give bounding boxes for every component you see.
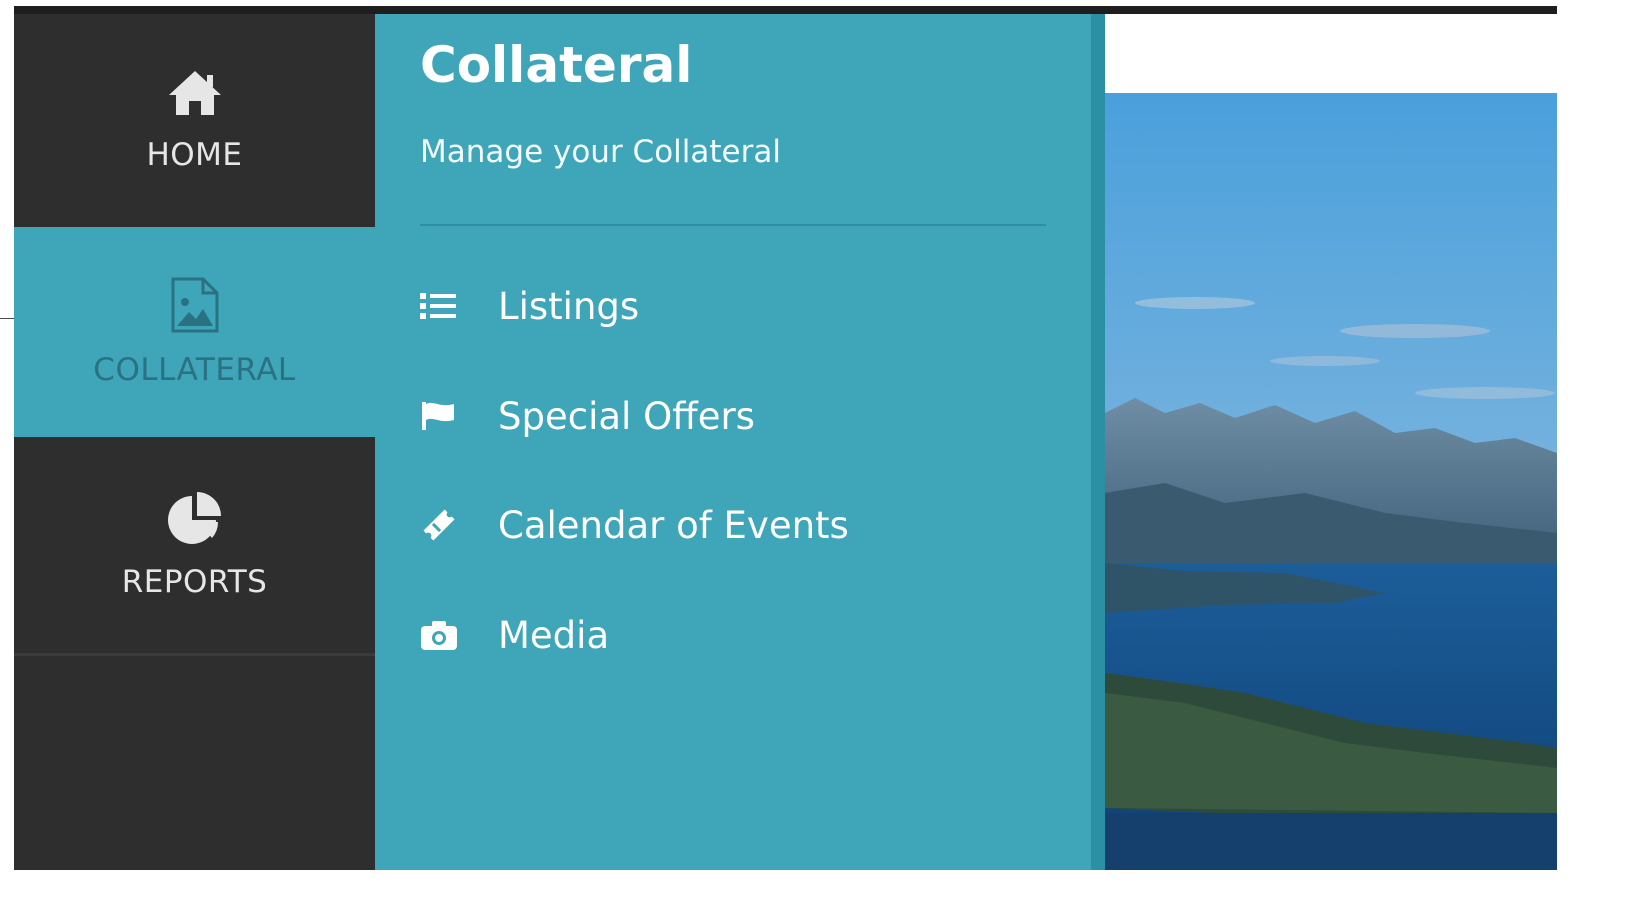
top-bar (14, 6, 1557, 14)
app-window: HOME COLLATERAL REPORTS Collateral Manag… (0, 0, 1627, 903)
nav-item-reports[interactable]: REPORTS (14, 437, 375, 656)
nav-item-home[interactable]: HOME (14, 14, 375, 227)
hero-landscape-image (1105, 93, 1557, 870)
menu-item-calendar-of-events[interactable]: Calendar of Events (420, 495, 849, 555)
menu-item-label: Calendar of Events (498, 503, 849, 547)
panel-edge (1091, 14, 1105, 870)
home-icon (167, 69, 223, 123)
nav-item-label: HOME (146, 136, 243, 173)
pie-chart-icon (166, 490, 224, 550)
list-icon (420, 288, 460, 324)
nav-item-label: REPORTS (121, 564, 268, 600)
menu-item-label: Listings (498, 284, 640, 328)
menu-item-special-offers[interactable]: Special Offers (420, 386, 755, 446)
menu-item-media[interactable]: Media (420, 605, 609, 665)
flag-icon (420, 398, 460, 434)
main-nav-rail: HOME COLLATERAL REPORTS (14, 14, 375, 870)
menu-item-listings[interactable]: Listings (420, 276, 639, 336)
panel-divider (420, 224, 1046, 226)
image-file-icon (169, 276, 221, 338)
header-white-strip (1105, 14, 1557, 93)
panel-title: Collateral (420, 36, 693, 94)
nav-item-collateral[interactable]: COLLATERAL (14, 227, 375, 437)
menu-item-label: Special Offers (498, 394, 755, 438)
camera-icon (420, 617, 460, 653)
ticket-icon (420, 507, 460, 543)
panel-subtitle: Manage your Collateral (420, 134, 781, 170)
menu-item-label: Media (498, 613, 610, 657)
collateral-flyout-panel: Collateral Manage your Collateral Listin… (375, 14, 1091, 870)
nav-item-label: COLLATERAL (93, 352, 296, 388)
